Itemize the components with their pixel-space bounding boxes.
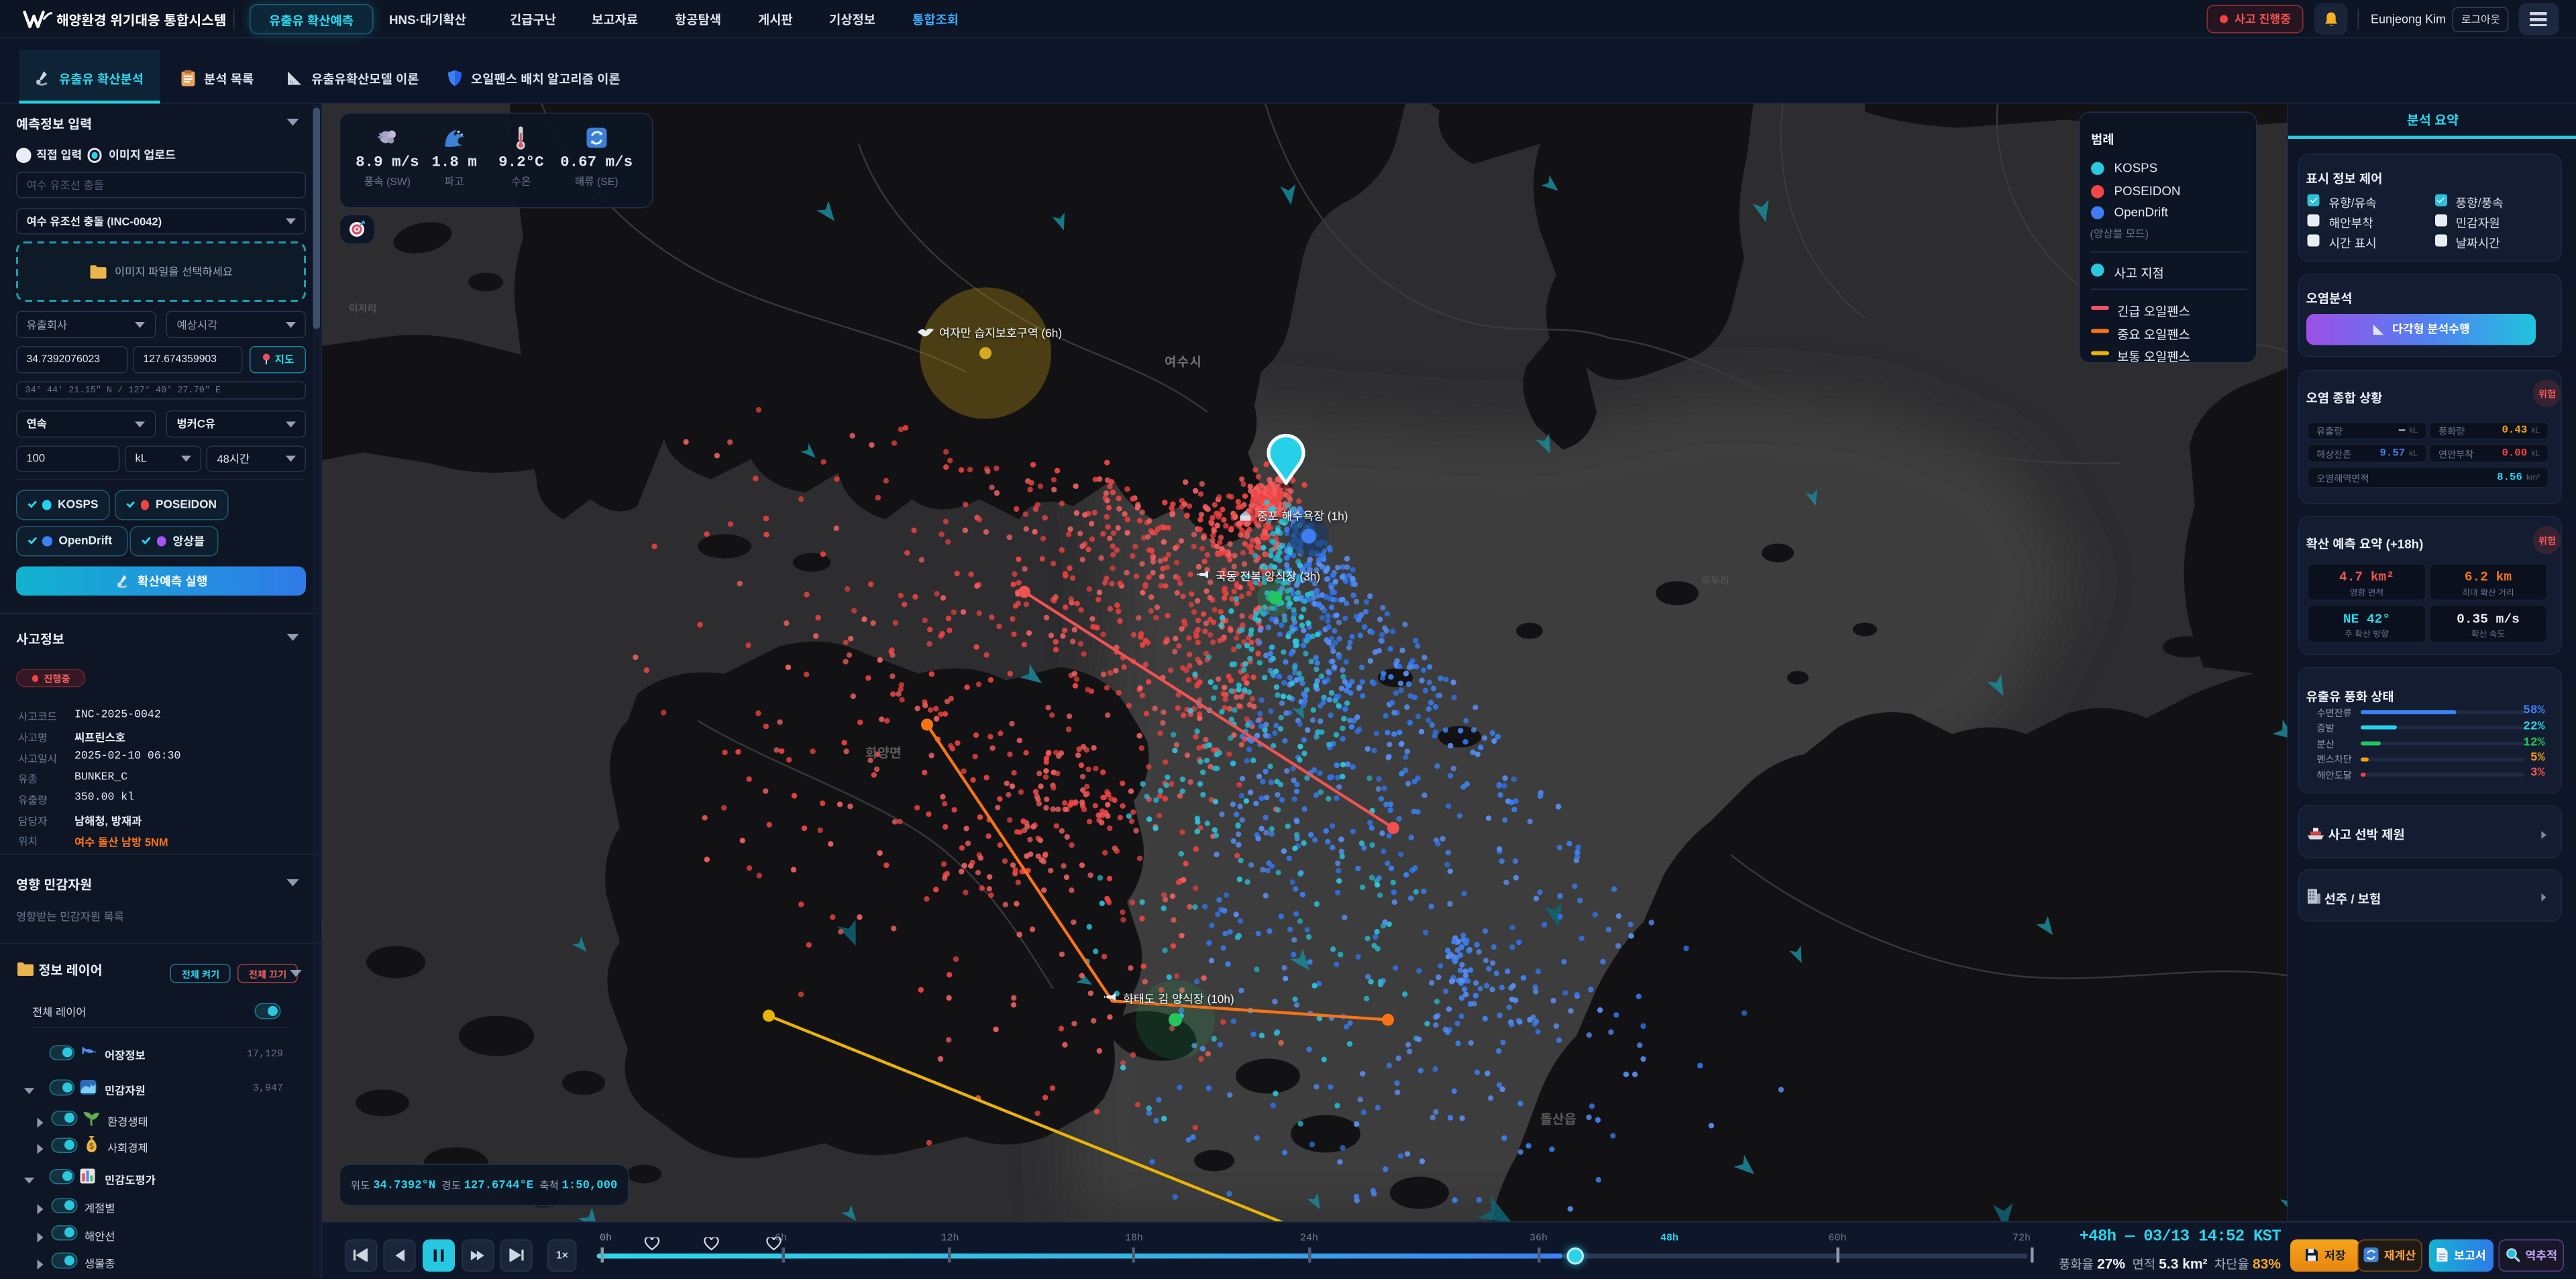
svg-text:$: $ — [89, 1141, 94, 1151]
